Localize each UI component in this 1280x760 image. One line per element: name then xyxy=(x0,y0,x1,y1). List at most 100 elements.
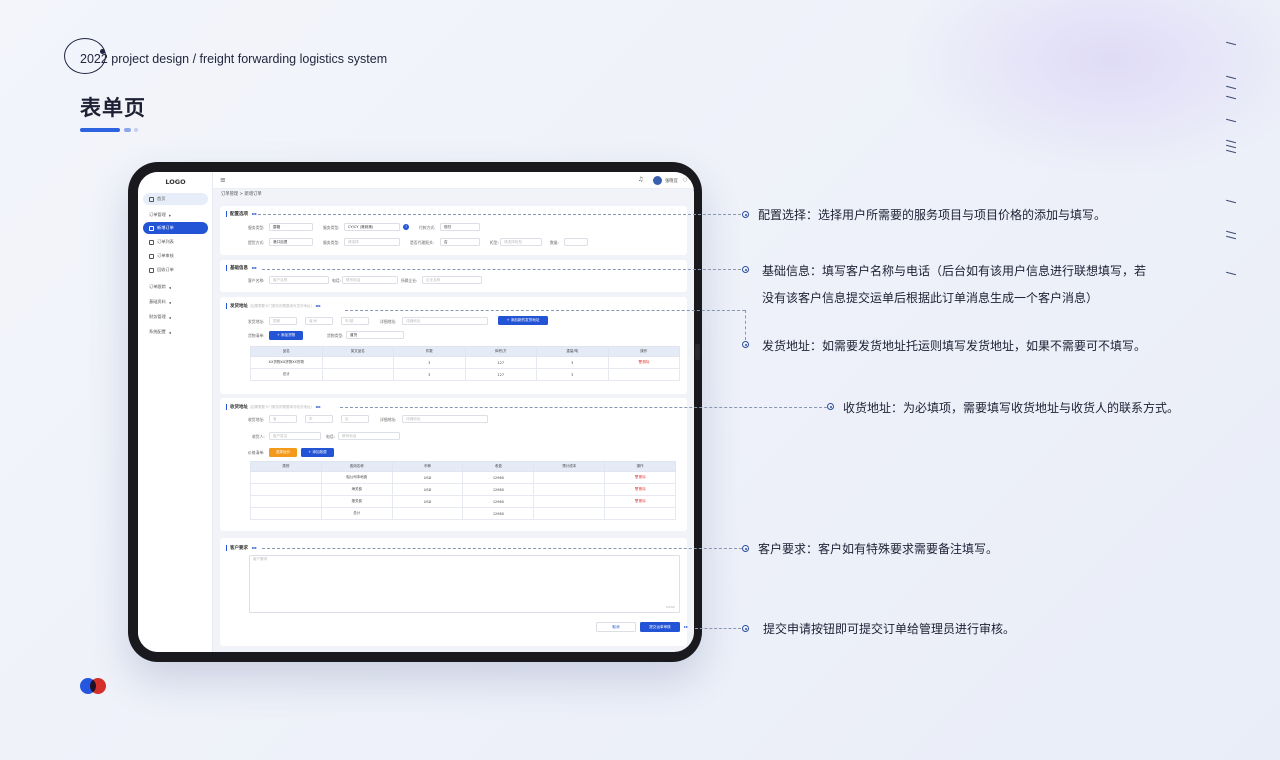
table-cell: 报关费 xyxy=(320,495,393,508)
delete-link[interactable]: 🗑删除 xyxy=(607,356,680,369)
gear-icon[interactable]: ○ xyxy=(683,177,687,183)
app-logo: LOGO xyxy=(165,178,186,186)
service-type-select[interactable]: 整箱 xyxy=(269,223,313,231)
service-class-select[interactable]: CY/CY (港到港) xyxy=(344,223,400,231)
table-cell xyxy=(250,471,322,484)
port-select[interactable]: 港口自提 xyxy=(269,238,313,246)
table-header-row: 类别 费用名称 币种 收费 预计成本 操作 xyxy=(250,461,676,472)
consignee-city[interactable]: 市 xyxy=(305,415,333,423)
goods-type-select[interactable]: 普货 xyxy=(346,331,404,339)
choose-rate-button[interactable]: 选择运价 xyxy=(269,448,297,457)
consignee-addr-label: 收货地址: xyxy=(248,417,265,422)
top-bar: ≡ ♫ 张晓宜 ○ xyxy=(213,172,694,189)
nav-basic-data[interactable]: 基础资料 ◂ xyxy=(143,296,208,308)
basic-card: 基础信息 ▸▸▸ 客户名称: 客户名称 电话: 联系电话 所属企业: 企业名称 xyxy=(220,260,687,292)
qty-input[interactable] xyxy=(564,238,588,246)
agent-select[interactable]: 否 xyxy=(440,238,480,246)
connector-line xyxy=(695,628,741,629)
review-icon xyxy=(149,253,154,259)
delete-link[interactable]: 🗑删除 xyxy=(604,471,676,484)
submit-order-button[interactable]: 提交运单审核 xyxy=(640,622,680,632)
nav-finance[interactable]: 财务管理 ◂ xyxy=(143,311,208,323)
annotation-shipper: 发货地址：如需要发货地址托运则填写发货地址，如果不需要可不填写。 xyxy=(762,339,1147,353)
service2-select[interactable]: 请选择 xyxy=(344,238,400,246)
shipper-title-text: 发货地址 xyxy=(230,304,248,309)
table-header-row: 品名 英文品名 件数 体积/方 重量/吨 操作 xyxy=(250,346,680,357)
table-cell: 12960 xyxy=(462,471,535,484)
add-fee-button[interactable]: + 添加收费 xyxy=(301,448,334,457)
delete-link[interactable]: 🗑删除 xyxy=(604,495,676,508)
remarks-textarea[interactable]: 客户要求 xyxy=(249,555,680,613)
annotation-remarks: 客户要求：客户如有特殊要求需要备注填写。 xyxy=(758,542,999,556)
shipper-district[interactable]: 市/镇 xyxy=(341,317,369,325)
add-shipper-address-button[interactable]: + 添加新的发货地址 xyxy=(498,316,548,325)
remarks-title-text: 客户要求 xyxy=(230,546,248,551)
nav-recycle[interactable]: 回收订单 xyxy=(143,264,208,276)
table-row: 报关费 USD 12960 🗑删除 xyxy=(250,495,676,508)
consignee-detail-label: 详细地址: xyxy=(380,417,397,422)
goods-label: 货物清单: xyxy=(248,333,265,338)
delete-label: 删除 xyxy=(642,360,650,364)
cancel-button[interactable]: 取消 xyxy=(596,622,636,632)
table-cell: 12960 xyxy=(462,483,535,496)
contact-phone-input[interactable]: 联系电话 xyxy=(338,432,400,440)
nav-new-order[interactable]: 新增订单 xyxy=(143,222,208,234)
tablet-side-button xyxy=(695,344,700,360)
table-header: 重量/吨 xyxy=(536,346,609,357)
table-cell xyxy=(250,495,322,508)
shipper-province[interactable]: 国家 xyxy=(269,317,297,325)
table-row: 总计 12960 xyxy=(250,507,676,520)
user-name[interactable]: 张晓宜 xyxy=(665,178,678,184)
add-goods-button[interactable]: + 添加货物 xyxy=(269,331,303,340)
phone-input[interactable]: 联系电话 xyxy=(342,276,398,284)
config-title-text: 配置选项 xyxy=(230,212,248,217)
header-year: 2022 xyxy=(80,52,108,66)
table-header: 币种 xyxy=(391,461,464,472)
consignee-district[interactable]: 区 xyxy=(341,415,369,423)
shipper-detail-input[interactable]: 详细地址 xyxy=(402,317,488,325)
avatar[interactable] xyxy=(653,176,662,185)
table-cell xyxy=(250,507,322,520)
delete-link[interactable]: 🗑删除 xyxy=(604,483,676,496)
company-input[interactable]: 企业名称 xyxy=(422,276,482,284)
connector-line xyxy=(258,214,741,215)
nav-settings[interactable]: 系统配置 ◂ xyxy=(143,326,208,338)
table-header: 品名 xyxy=(250,346,323,357)
menu-icon[interactable]: ≡ xyxy=(220,176,226,184)
table-row: 海关费 USD 12960 🗑删除 xyxy=(250,483,676,496)
nav-basic-data-label: 基础资料 xyxy=(149,299,166,304)
table-cell: 海关费 xyxy=(320,483,393,496)
nav-order-review[interactable]: 订单审核 xyxy=(143,250,208,262)
consignee-detail-input[interactable]: 详细地址 xyxy=(402,415,488,423)
nav-home[interactable]: 首页 xyxy=(143,193,208,205)
remarks-title: 客户要求 ▸▸▸ xyxy=(226,545,257,551)
table-cell: USD xyxy=(391,495,464,508)
decor-dash xyxy=(1225,230,1237,235)
contact-input[interactable]: 客户姓名 xyxy=(269,432,321,440)
header-project-text: project design / freight forwarding logi… xyxy=(111,52,388,66)
table-row: 总计 3 127 3 xyxy=(250,368,680,381)
help-icon[interactable]: ? xyxy=(403,224,409,230)
decor-dash xyxy=(1225,199,1237,204)
page-title: 表单页 xyxy=(80,96,146,120)
table-header: 操作 xyxy=(607,346,680,357)
shipper-city[interactable]: 省/州 xyxy=(305,317,333,325)
agent-label: 是否代理报关: xyxy=(410,240,435,245)
nav-order-mgmt[interactable]: 订单管理 ▾ xyxy=(143,209,208,221)
bell-icon[interactable]: ♫ xyxy=(638,176,643,183)
box-select[interactable]: 请选择柜型 xyxy=(500,238,542,246)
customer-input[interactable]: 客户名称 xyxy=(269,276,329,284)
contact-phone-label: 电话: xyxy=(326,434,335,439)
payment-select[interactable]: 现付 xyxy=(440,223,480,231)
nav-order-review-label: 订单审核 xyxy=(157,253,174,258)
list-icon xyxy=(149,239,154,245)
delete-label: 删除 xyxy=(638,475,646,479)
sidebar: LOGO 首页 订单管理 ▾ 新增订单 订单列表 订单审核 回收订单 订单跟踪 ◂ … xyxy=(138,172,213,652)
consignee-province[interactable]: 省 xyxy=(269,415,297,423)
consignee-card: 收货地址 (如果需要卡门服务则需要填写收货地址) ▸▸▸ 收货地址: 省 市 区 … xyxy=(220,398,687,531)
nav-order-track[interactable]: 订单跟踪 ◂ xyxy=(143,281,208,293)
table-cell xyxy=(607,368,680,381)
table-cell: 3 xyxy=(393,368,466,381)
chevron-left-icon: ◂ xyxy=(168,284,171,290)
nav-order-list[interactable]: 订单列表 xyxy=(143,236,208,248)
